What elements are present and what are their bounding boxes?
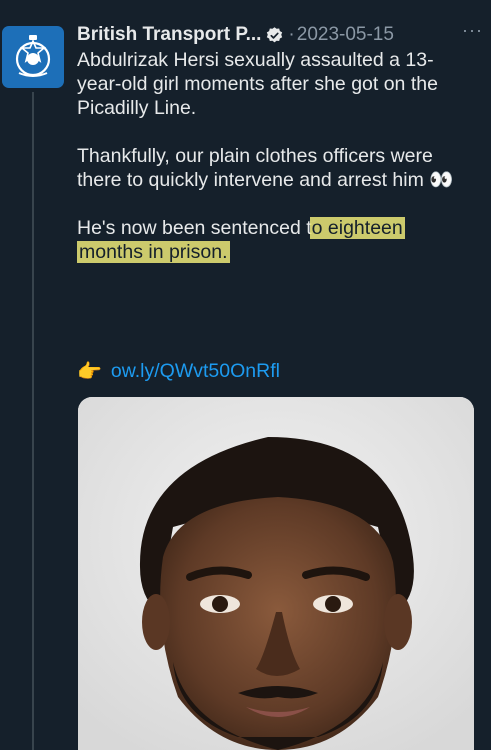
avatar[interactable]: [2, 26, 64, 88]
tweet-paragraph-1: Abdulrizak Hersi sexually assaulted a 13…: [77, 49, 438, 119]
tweet-header: British Transport P... · 2023-05-15 ···: [77, 20, 487, 48]
eyes-emoji-icon: 👀: [429, 169, 453, 191]
mugshot-photo: [78, 397, 474, 750]
tweet-paragraph-2: Thankfully, our plain clothes officers w…: [77, 144, 472, 192]
highlighted-text: o eighteen: [309, 217, 405, 239]
pointing-hand-icon: 👈: [78, 360, 103, 383]
header-separator: ·: [288, 24, 295, 45]
tweet-paragraph-2-text: Thankfully, our plain clothes officers w…: [77, 145, 433, 191]
verified-badge-icon: [265, 26, 284, 45]
tweet-link[interactable]: ow.ly/QWvt50OnRfl: [111, 360, 280, 383]
tweet-date[interactable]: 2023-05-15: [297, 24, 394, 46]
thread-line: [32, 92, 34, 750]
tweet-link-row: 👈 ow.ly/QWvt50OnRfl: [78, 358, 280, 384]
tweet-paragraph-3-text: He's now been sentenced t: [77, 217, 312, 239]
tweet-media-photo[interactable]: [78, 397, 474, 750]
police-crest-icon: [15, 35, 51, 77]
tweet-body: Abdulrizak Hersi sexually assaulted a 13…: [77, 48, 472, 264]
highlighted-text: months in prison.: [77, 241, 230, 263]
author-name[interactable]: British Transport P...: [77, 24, 261, 46]
more-options-icon[interactable]: ···: [462, 20, 483, 41]
tweet-paragraph-3: He's now been sentenced to eighteen month…: [77, 216, 472, 264]
